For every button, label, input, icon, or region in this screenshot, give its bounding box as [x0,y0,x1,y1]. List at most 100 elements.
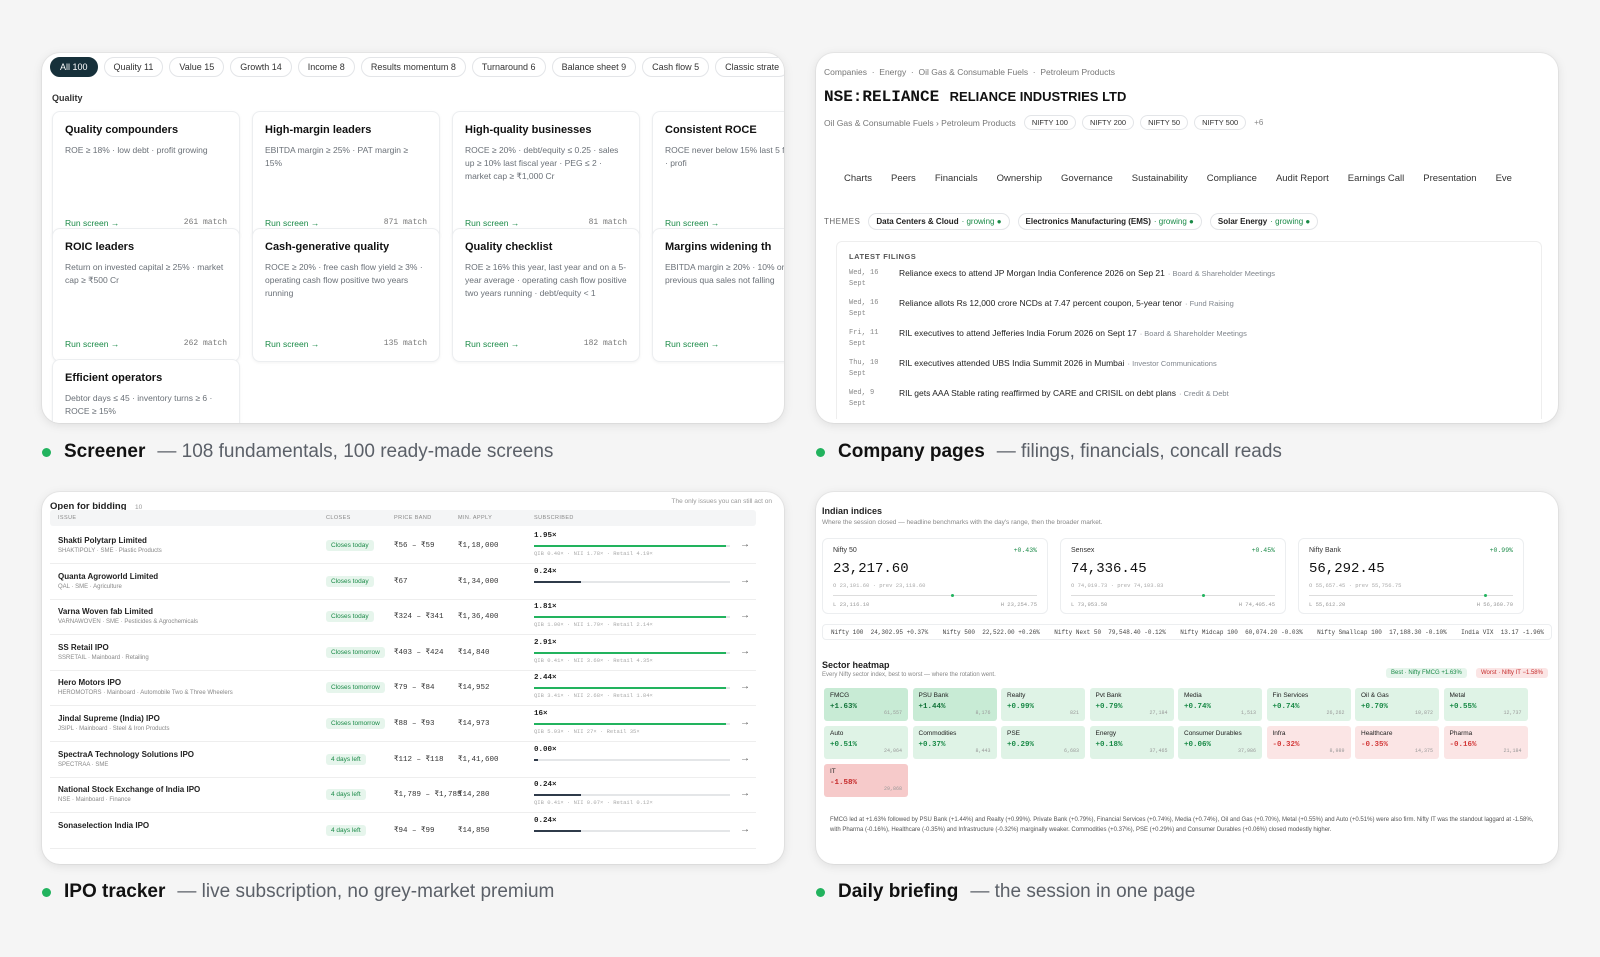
sector-name: Realty [1007,692,1026,699]
more-indices[interactable]: +6 [1254,118,1263,127]
company-tab[interactable]: Compliance [1207,173,1257,184]
index-chip[interactable]: NIFTY 50 [1140,115,1189,130]
filing-row[interactable]: Wed, 9 Sept RIL gets AAA Stable rating re… [849,388,1539,414]
filing-row[interactable]: Fri, 11 Sept RIL executives to attend Jef… [849,328,1539,354]
filter-chip[interactable]: Cash flow 5 [642,57,710,77]
company-tab[interactable]: Governance [1061,173,1113,184]
screener-panel: All 100 Quality 11 Value 15 Growth 14 Income… [42,53,784,423]
index-chip[interactable]: NIFTY 100 [1023,115,1076,130]
screen-card[interactable]: Quality compounders ROE ≥ 18% · low debt … [52,111,240,241]
filings-box: LATEST FILINGS Wed, 16 Sept Reliance exec… [836,241,1542,419]
row-arrow-icon[interactable]: → [740,646,750,657]
screen-card[interactable]: Efficient operators Debtor days ≤ 45 · in… [52,359,240,423]
sector-tile[interactable]: Oil & Gas +0.70% 10,872 [1355,688,1439,721]
row-arrow-icon[interactable]: → [740,610,750,621]
theme-chip[interactable]: Solar Energy · growing ● [1209,213,1319,230]
range-low: L 55,612.20 [1309,601,1346,608]
sector-tile[interactable]: Media +0.74% 1,513 [1178,688,1262,721]
row-arrow-icon[interactable]: → [740,753,750,764]
table-row[interactable]: SS Retail IPO SSRETAIL · Mainboard · Reta… [50,635,756,671]
table-row[interactable]: SpectraA Technology Solutions IPO SPECTRA… [50,742,756,778]
row-arrow-icon[interactable]: → [740,824,750,835]
filing-row[interactable]: Thu, 10 Sept RIL executives attended UBS … [849,358,1539,384]
run-screen-link[interactable]: Run screen → [265,218,319,228]
sector-tile[interactable]: Energy +0.18% 37,465 [1089,726,1174,759]
company-tab[interactable]: Eve [1496,173,1512,184]
screen-card[interactable]: High-quality businesses ROCE ≥ 20% · debt… [452,111,640,241]
theme-chip[interactable]: Data Centers & Cloud · growing ● [868,213,1010,230]
table-row[interactable]: National Stock Exchange of India IPO NSE … [50,777,756,814]
company-tab[interactable]: Ownership [997,173,1042,184]
table-row[interactable]: Quanta Agroworld Limited QAL · SME · Agri… [50,564,756,600]
company-tab[interactable]: Earnings Call [1348,173,1405,184]
run-screen-link[interactable]: Run screen → [465,339,519,349]
row-arrow-icon[interactable]: → [740,539,750,550]
index-chip[interactable]: NIFTY 200 [1081,115,1135,130]
filter-chip[interactable]: Quality 11 [103,57,164,77]
table-row[interactable]: Hero Motors IPO HEROMOTORS · Mainboard · … [50,670,756,707]
run-screen-link[interactable]: Run screen → [65,339,119,349]
filter-chip[interactable]: Classic strate [715,57,784,77]
index-card[interactable]: Nifty Bank +0.99% 56,292.45 O 55,657.45 · p… [1298,538,1524,614]
subscription-bar-fill [534,723,727,725]
sector-tile[interactable]: FMCG +1.63% 61,557 [824,688,908,721]
closes-badge: Closes tomorrow [326,646,385,658]
sector-tile[interactable]: Pvt Bank +0.79% 27,184 [1089,688,1174,721]
run-screen-link[interactable]: Run screen → [665,339,719,349]
company-tab[interactable]: Sustainability [1132,173,1188,184]
sector-tile[interactable]: Realty +0.99% 821 [1001,688,1085,721]
screen-card[interactable]: ROIC leaders Return on invested capital ≥… [52,228,240,362]
run-screen-link[interactable]: Run screen → [265,339,319,349]
run-screen-link[interactable]: Run screen → [65,218,119,228]
row-arrow-icon[interactable]: → [740,681,750,692]
index-chip[interactable]: NIFTY 500 [1194,115,1247,130]
company-tab[interactable]: Charts [844,173,872,184]
table-row[interactable]: Shakti Polytarp Limited SHAKTIPOLY · SME … [50,528,756,564]
run-screen-link[interactable]: Run screen → [665,218,719,228]
sector-tile[interactable]: Infra -0.32% 8,989 [1266,726,1351,759]
breadcrumb[interactable]: Companies · Energy · Oil Gas & Consumabl… [824,67,1115,77]
filter-chip[interactable]: Results momentum 8 [360,57,466,77]
card-footer: Run screen → 262 match [65,339,227,349]
screen-card[interactable]: High-margin leaders EBITDA margin ≥ 25% ·… [252,111,440,241]
screen-card[interactable]: Consistent ROCE ROCE never below 15% last… [652,111,784,241]
sector-change: +0.99% [1007,703,1035,711]
company-tab[interactable]: Presentation [1423,173,1476,184]
filter-chip[interactable]: Turnaround 6 [471,57,546,77]
sector-tile[interactable]: Healthcare -0.35% 14,375 [1355,726,1439,759]
filing-row[interactable]: Wed, 16 Sept Reliance execs to attend JP … [849,268,1539,294]
screen-card[interactable]: Quality checklist ROE ≥ 16% this year, la… [452,228,640,362]
sector-tile[interactable]: IT -1.58% 29,868 [824,764,908,797]
table-row[interactable]: Sonaselection India IPO 4 days left ₹94 – … [50,813,756,849]
sector-tile[interactable]: Consumer Durables +0.06% 37,986 [1178,726,1262,759]
sector-tile[interactable]: PSE +0.29% 6,683 [1001,726,1085,759]
screen-card[interactable]: Cash-generative quality ROCE ≥ 20% · free… [252,228,440,362]
company-tab[interactable]: Peers [891,173,916,184]
company-tab[interactable]: Audit Report [1276,173,1329,184]
table-row[interactable]: Jindal Supreme (India) IPO JSIPL · Mainbo… [50,706,756,742]
row-arrow-icon[interactable]: → [740,575,750,586]
filing-row[interactable]: Wed, 16 Sept Reliance allots Rs 12,000 cr… [849,298,1539,324]
index-card[interactable]: Sensex +0.45% 74,336.45 O 74,019.73 · prev … [1060,538,1286,614]
filter-chip[interactable]: Value 15 [169,57,225,77]
filter-chip[interactable]: All 100 [50,57,98,77]
sector-tile[interactable]: Pharma -0.16% 21,184 [1443,726,1528,759]
row-arrow-icon[interactable]: → [740,717,750,728]
filter-chip[interactable]: Balance sheet 9 [551,57,637,77]
index-card[interactable]: Nifty 50 +0.43% 23,217.60 O 23,101.60 · pre… [822,538,1048,614]
run-screen-link[interactable]: Run screen → [465,218,519,228]
company-tab[interactable]: Financials [935,173,978,184]
sector-tile[interactable]: Metal +0.55% 12,737 [1443,688,1528,721]
theme-chip[interactable]: Electronics Manufacturing (EMS) · growing… [1017,213,1202,230]
theme-chips: Data Centers & Cloud · growing ● Electroni… [868,213,1319,230]
sector-tile[interactable]: PSU Bank +1.44% 8,176 [912,688,997,721]
filter-chip[interactable]: Growth 14 [230,57,292,77]
screen-card[interactable]: Margins widening th EBITDA margin ≥ 20% ·… [652,228,784,362]
row-arrow-icon[interactable]: → [740,788,750,799]
sector-tile[interactable]: Fin Services +0.74% 26,262 [1266,688,1351,721]
sector-tile[interactable]: Auto +0.51% 24,064 [824,726,908,759]
filter-chip[interactable]: Income 8 [297,57,355,77]
table-row[interactable]: Varna Woven fab Limited VARNAWOVEN · SME … [50,599,756,636]
sector-tile[interactable]: Commodities +0.37% 8,443 [912,726,997,759]
min-apply: ₹1,34,000 [458,577,499,586]
